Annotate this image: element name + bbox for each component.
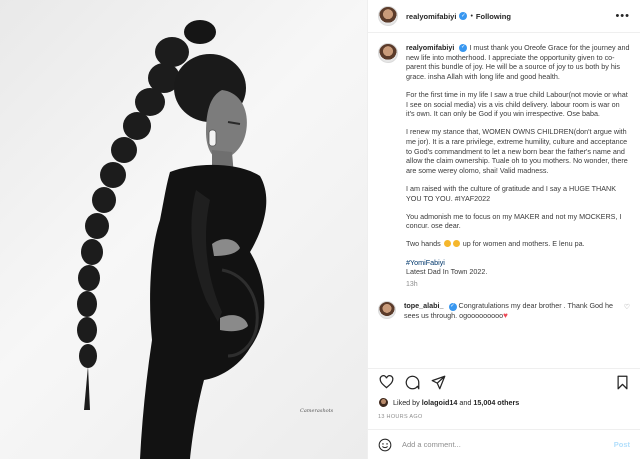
likes-joiner: and — [459, 398, 472, 407]
posted-time[interactable]: 13 HOURS AGO — [368, 410, 640, 424]
post-header: realyomifabiyi ✓ • Following ••• — [368, 0, 640, 33]
comment-icon[interactable] — [404, 374, 420, 390]
bookmark-icon[interactable] — [614, 374, 630, 390]
post-comment-button[interactable]: Post — [614, 440, 630, 449]
post-photo[interactable]: Camerashots — [0, 0, 367, 459]
maternity-portrait-illustration — [77, 20, 267, 459]
likes-count-link[interactable]: 15,004 others — [473, 398, 519, 407]
caption-paragraph-5: You admonish me to focus on my MAKER and… — [406, 211, 622, 231]
heart-icon[interactable] — [378, 374, 394, 390]
caption-paragraph-2: For the first time in my life I saw a tr… — [406, 89, 628, 119]
caption-text: I am raised with the culture of gratitud… — [406, 183, 616, 203]
caption-paragraph-3: I renew my stance that, WOMEN OWNS CHILD… — [406, 127, 628, 175]
caption-body: realyomifabiyi ✓ I must thank you Oreofe… — [406, 43, 630, 288]
likes-summary: Liked by lolagoid14 and 15,004 others — [368, 395, 640, 410]
commenter-avatar[interactable] — [378, 301, 396, 320]
caption-text: Two hands — [406, 239, 441, 249]
raised-hands-emoji-icon — [452, 240, 460, 248]
caption-paragraph-7: #YomiFabiyi Latest Dad In Town 2022. — [406, 258, 630, 277]
caption-author-avatar[interactable] — [378, 43, 398, 63]
hashtag-link[interactable]: #YomiFabiyi — [406, 258, 445, 267]
raised-hands-emoji-icon — [443, 240, 451, 248]
add-comment-bar: Post — [368, 429, 640, 459]
liker-avatar[interactable] — [378, 397, 389, 408]
caption-text: Latest Dad In Town 2022. — [406, 267, 488, 277]
comment-item: tope_alabi_ ✓ Congratulations my dear br… — [378, 301, 630, 320]
verified-badge-icon: ✓ — [459, 12, 468, 20]
liker-username[interactable]: lolagoid14 — [422, 398, 458, 407]
post-side-panel: realyomifabiyi ✓ • Following ••• realyom… — [367, 0, 640, 459]
verified-badge-icon: ✓ — [448, 302, 457, 311]
likes-prefix: Liked by — [393, 398, 420, 407]
comments-section: realyomifabiyi ✓ I must thank you Oreofe… — [368, 33, 640, 368]
caption: realyomifabiyi ✓ I must thank you Oreofe… — [378, 43, 630, 288]
header-separator: • — [470, 12, 473, 20]
paper-plane-icon[interactable] — [430, 374, 446, 390]
emoji-smile-icon[interactable] — [378, 438, 392, 452]
add-comment-input[interactable] — [402, 440, 614, 449]
instagram-post: Camerashots realyomifabiyi ✓ • Following… — [0, 0, 640, 459]
more-horizontal-icon[interactable]: ••• — [615, 10, 630, 22]
red-heart-emoji-icon: ♥ — [503, 311, 508, 321]
comment-body: tope_alabi_ ✓ Congratulations my dear br… — [404, 301, 624, 320]
caption-text: up for women and mothers. E lenu pa. — [462, 239, 585, 249]
caption-author-username[interactable]: realyomifabiyi — [406, 43, 454, 52]
comment-like-heart-icon[interactable]: ♡ — [624, 303, 630, 311]
photo-watermark: Camerashots — [300, 408, 334, 414]
caption-paragraph-1: realyomifabiyi ✓ I must thank you Oreofe… — [406, 43, 630, 81]
verified-badge-icon: ✓ — [459, 44, 468, 53]
author-avatar[interactable] — [378, 6, 398, 26]
following-button[interactable]: Following — [476, 12, 511, 21]
caption-paragraph-4: I am raised with the culture of gratitud… — [406, 184, 630, 203]
commenter-username[interactable]: tope_alabi_ — [404, 301, 444, 310]
action-bar — [368, 368, 640, 395]
caption-paragraph-6: Two hands up for women and mothers. E le… — [406, 239, 630, 249]
caption-time-ago[interactable]: 13h — [406, 281, 630, 288]
author-username[interactable]: realyomifabiyi — [406, 12, 456, 21]
